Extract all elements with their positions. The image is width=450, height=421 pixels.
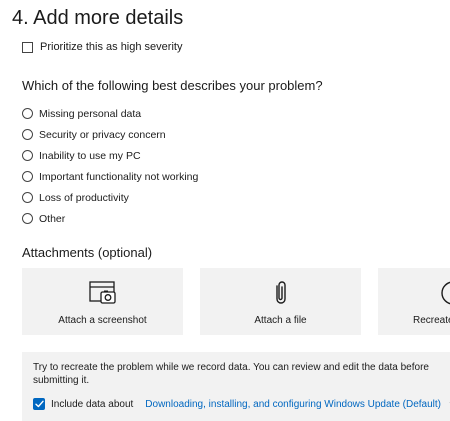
- radio-label: Other: [39, 212, 66, 225]
- radio-label: Loss of productivity: [39, 191, 129, 204]
- radio-option-security-privacy[interactable]: Security or privacy concern: [22, 124, 198, 145]
- attach-screenshot-label: Attach a screenshot: [58, 315, 147, 326]
- include-data-row: Include data about Downloading, installi…: [33, 398, 450, 410]
- problem-question: Which of the following best describes yo…: [22, 78, 323, 93]
- high-severity-label: Prioritize this as high severity: [40, 41, 183, 53]
- attachments-title: Attachments (optional): [22, 245, 153, 260]
- attach-screenshot-button[interactable]: Attach a screenshot: [22, 268, 183, 335]
- recreate-label: Recreate: [413, 315, 450, 326]
- paperclip-icon: [271, 279, 291, 307]
- include-data-checkbox[interactable]: [33, 398, 45, 410]
- recreate-problem-panel: Try to recreate the problem while we rec…: [22, 352, 450, 421]
- checkmark-icon: [34, 400, 44, 408]
- radio-button[interactable]: [22, 108, 33, 119]
- record-description: Try to recreate the problem while we rec…: [33, 362, 429, 386]
- screenshot-icon: [88, 279, 118, 307]
- radio-option-other[interactable]: Other: [22, 208, 198, 229]
- radio-button[interactable]: [22, 192, 33, 203]
- high-severity-checkbox[interactable]: [22, 41, 33, 53]
- radio-option-functionality-not-working[interactable]: Important functionality not working: [22, 166, 198, 187]
- include-data-label: Include data about: [51, 398, 134, 410]
- radio-option-loss-of-productivity[interactable]: Loss of productivity: [22, 187, 198, 208]
- radio-button[interactable]: [22, 150, 33, 161]
- high-severity-checkbox-row[interactable]: Prioritize this as high severity: [22, 41, 182, 53]
- problem-options: Missing personal data Security or privac…: [22, 103, 198, 229]
- radio-option-inability-to-use-pc[interactable]: Inability to use my PC: [22, 145, 198, 166]
- radio-label: Inability to use my PC: [39, 149, 141, 162]
- radio-button[interactable]: [22, 171, 33, 182]
- feedback-details-page: 4. Add more details Prioritize this as h…: [0, 0, 450, 421]
- radio-button[interactable]: [22, 129, 33, 140]
- record-icon: [378, 279, 450, 307]
- radio-label: Security or privacy concern: [39, 128, 166, 141]
- data-category-dropdown[interactable]: Downloading, installing, and configuring…: [145, 399, 441, 410]
- recreate-problem-button[interactable]: Recreate: [378, 268, 450, 335]
- radio-label: Important functionality not working: [39, 170, 199, 183]
- radio-option-missing-personal-data[interactable]: Missing personal data: [22, 103, 198, 124]
- section-title: 4. Add more details: [12, 7, 184, 29]
- radio-button[interactable]: [22, 213, 33, 224]
- radio-label: Missing personal data: [39, 107, 142, 120]
- attach-file-label: Attach a file: [254, 315, 307, 326]
- attach-file-button[interactable]: Attach a file: [200, 268, 361, 335]
